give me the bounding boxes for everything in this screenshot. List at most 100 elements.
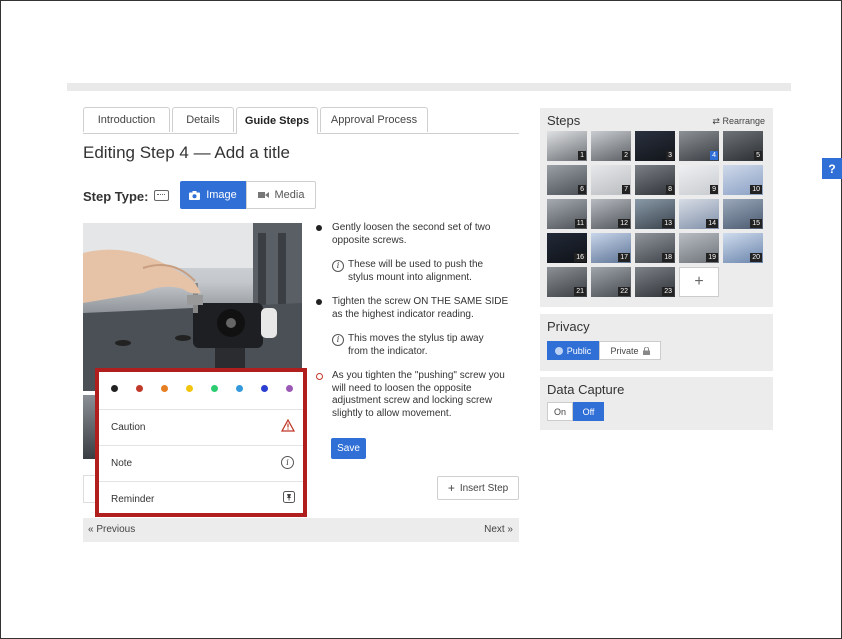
bullet-dot-black[interactable]: [316, 299, 322, 305]
private-toggle[interactable]: Private: [599, 341, 661, 360]
step-number-badge: 9: [710, 185, 718, 194]
step-number-badge: 2: [622, 151, 630, 160]
media-type-button[interactable]: Media: [246, 181, 316, 209]
public-toggle[interactable]: Public: [547, 341, 599, 360]
bullet-option-note[interactable]: Note i: [99, 445, 303, 481]
step-thumbnail[interactable]: 7: [591, 165, 631, 195]
step-navigation: « Previous Next »: [83, 518, 519, 542]
privacy-panel: Privacy Public Private: [540, 314, 773, 371]
bullet-option-reminder[interactable]: Reminder: [99, 481, 303, 517]
keyboard-icon[interactable]: [154, 190, 169, 201]
step-thumbnail[interactable]: 12: [591, 199, 631, 229]
bullet-color-swatch[interactable]: [286, 385, 293, 392]
step-thumbnail[interactable]: 13: [635, 199, 675, 229]
step-thumbnail[interactable]: 16: [547, 233, 587, 263]
page-title: Editing Step 4 — Add a title: [83, 143, 290, 162]
next-step-link[interactable]: Next »: [484, 524, 513, 535]
steps-panel: Steps ⇄ Rearrange 1 2 3 4 5 6 7 8 9 10 11 12 13 14 15 1…: [540, 108, 773, 307]
step-thumbnail[interactable]: 22: [591, 267, 631, 297]
tab-approval-process[interactable]: Approval Process: [320, 107, 428, 132]
help-button[interactable]: ?: [822, 158, 842, 179]
step-thumbnail[interactable]: 19: [679, 233, 719, 263]
step-thumbnail[interactable]: 14: [679, 199, 719, 229]
step-number-badge: 18: [662, 253, 674, 262]
bullet-color-swatch[interactable]: [136, 385, 143, 392]
add-step-button[interactable]: +: [679, 267, 719, 297]
step-number-badge: 6: [578, 185, 586, 194]
rearrange-button[interactable]: ⇄ Rearrange: [712, 116, 765, 127]
tab-introduction[interactable]: Introduction: [83, 107, 170, 132]
step-type-label: Step Type:: [83, 189, 149, 204]
lock-icon: [642, 346, 650, 355]
bullet-color-picker: [111, 385, 295, 395]
info-circle-icon: i: [281, 456, 294, 469]
camera-icon: [189, 190, 201, 200]
step-number-badge: 7: [622, 185, 630, 194]
data-capture-title: Data Capture: [547, 382, 625, 397]
step-number-badge: 13: [662, 219, 674, 228]
step-number-badge: 14: [706, 219, 718, 228]
save-button[interactable]: Save: [331, 438, 366, 459]
pin-icon: [283, 491, 295, 503]
bullet-line[interactable]: i This moves the stylus tip away from th…: [316, 333, 506, 358]
step-thumbnail[interactable]: 23: [635, 267, 675, 297]
bullet-color-swatch[interactable]: [211, 385, 218, 392]
step-number-badge: 4: [710, 151, 718, 160]
bullet-line[interactable]: Tighten the screw ON THE SAME SIDE as th…: [316, 296, 516, 321]
step-number-badge: 21: [574, 287, 586, 296]
bullet-color-swatch[interactable]: [236, 385, 243, 392]
bullet-dot-selected[interactable]: [316, 373, 323, 380]
bullet-option-caution[interactable]: Caution: [99, 409, 303, 445]
bullet-color-swatch[interactable]: [261, 385, 268, 392]
bullet-color-swatch[interactable]: [186, 385, 193, 392]
step-number-badge: 15: [750, 219, 762, 228]
steps-panel-title: Steps: [547, 113, 581, 128]
image-type-button[interactable]: Image: [180, 181, 246, 209]
info-circle-icon: i: [332, 334, 344, 346]
step-thumbnail[interactable]: 3: [635, 131, 675, 161]
tab-details[interactable]: Details: [172, 107, 234, 132]
step-number-badge: 1: [578, 151, 586, 160]
step-number-badge: 22: [618, 287, 630, 296]
step-number-badge: 12: [618, 219, 630, 228]
bullet-color-swatch[interactable]: [111, 385, 118, 392]
step-thumbnail[interactable]: 11: [547, 199, 587, 229]
step-thumbnail[interactable]: 2: [591, 131, 631, 161]
step-thumbnail[interactable]: 4: [679, 131, 719, 161]
step-thumbnail[interactable]: 8: [635, 165, 675, 195]
tab-guide-steps[interactable]: Guide Steps: [236, 107, 318, 134]
step-thumbnail[interactable]: 15: [723, 199, 763, 229]
globe-icon: [554, 346, 563, 355]
step-image[interactable]: [83, 223, 302, 391]
bullet-dot-black[interactable]: [316, 225, 322, 231]
bullet-line[interactable]: Gently loosen the second set of two oppo…: [316, 222, 516, 247]
step-thumbnail[interactable]: 10: [723, 165, 763, 195]
step-thumbnail[interactable]: 20: [723, 233, 763, 263]
step-number-badge: 17: [618, 253, 630, 262]
bullet-line[interactable]: i These will be used to push the stylus …: [316, 259, 506, 284]
step-thumbnail[interactable]: 6: [547, 165, 587, 195]
step-number-badge: 10: [750, 185, 762, 194]
step-thumbnail[interactable]: 9: [679, 165, 719, 195]
data-capture-off-toggle[interactable]: Off: [573, 402, 604, 421]
previous-step-link[interactable]: « Previous: [88, 524, 135, 535]
rearrange-icon: ⇄: [712, 116, 720, 126]
bullet-color-swatch[interactable]: [161, 385, 168, 392]
step-number-badge: 23: [662, 287, 674, 296]
data-capture-panel: Data Capture On Off: [540, 377, 773, 430]
step-thumbnail[interactable]: 1: [547, 131, 587, 161]
video-icon: [257, 192, 269, 198]
bullet-style-popup: Caution Note i Reminder: [95, 368, 307, 517]
bullet-line[interactable]: As you tighten the "pushing" screw you w…: [316, 370, 516, 420]
info-circle-icon: i: [332, 260, 344, 272]
image-thumbnail-strip[interactable]: [83, 395, 95, 459]
step-thumbnail[interactable]: 17: [591, 233, 631, 263]
step-thumbnail[interactable]: 5: [723, 131, 763, 161]
step-number-badge: 3: [666, 151, 674, 160]
tab-bar: Introduction Details Guide Steps Approva…: [83, 107, 519, 134]
step-thumbnail[interactable]: 18: [635, 233, 675, 263]
privacy-title: Privacy: [547, 319, 590, 334]
data-capture-on-toggle[interactable]: On: [547, 402, 573, 421]
step-thumbnail[interactable]: 21: [547, 267, 587, 297]
insert-step-button[interactable]: + Insert Step: [437, 476, 519, 500]
